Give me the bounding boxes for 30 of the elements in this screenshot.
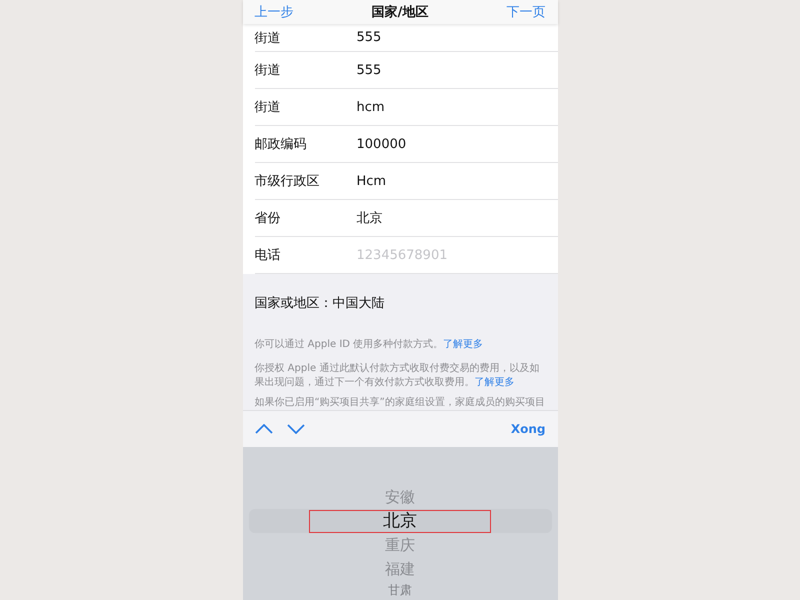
picker-option[interactable]: 福建 <box>383 560 417 578</box>
chevron-down-icon[interactable] <box>286 424 304 434</box>
field-label: 街道 <box>254 99 282 116</box>
field-label: 市级行政区 <box>254 173 320 190</box>
country-text: 国家或地区：中国大陆 <box>254 295 386 313</box>
screen-title: 国家/地区 <box>372 4 428 21</box>
field-value[interactable]: hcm <box>356 100 385 114</box>
field-value[interactable]: 北京 <box>356 209 382 227</box>
field-value[interactable]: Hcm <box>356 174 386 188</box>
picker-option[interactable]: 北京 <box>309 510 491 532</box>
info-paragraph: 如果你已启用“购买项目共享”的家庭组设置，家庭成员的购买项目 <box>254 396 546 410</box>
field-label: 电话 <box>254 247 282 264</box>
learn-more-link[interactable]: 了解更多 <box>474 377 514 388</box>
info-paragraph: 你授权 Apple 通过此默认付款方式收取付费交易的费用，以及如果出现问题，通过下一个有效付款方式收取费用。了解更多 <box>254 362 540 390</box>
learn-more-link[interactable]: 了解更多 <box>443 339 484 350</box>
field-value[interactable]: 555 <box>356 30 382 45</box>
field-value[interactable]: 555 <box>356 62 382 78</box>
field-label: 街道 <box>254 30 282 46</box>
field-value[interactable]: 100000 <box>356 136 406 152</box>
chevron-up-icon[interactable] <box>254 424 272 434</box>
picker-option[interactable]: 重庆 <box>383 536 417 554</box>
info-paragraph: 你可以通过 Apple ID 使用多种付款方式。了解更多 <box>254 338 484 352</box>
picker-option[interactable]: 安徽 <box>383 488 417 506</box>
picker-option[interactable]: 甘肃 <box>386 582 414 598</box>
next-button[interactable]: 下一页 <box>506 3 546 21</box>
done-button[interactable]: Xong <box>510 422 546 436</box>
back-button[interactable]: 上一步 <box>254 3 294 21</box>
field-label: 街道 <box>254 62 282 79</box>
field-label: 邮政编码 <box>254 136 308 153</box>
field-label: 省份 <box>254 210 282 227</box>
